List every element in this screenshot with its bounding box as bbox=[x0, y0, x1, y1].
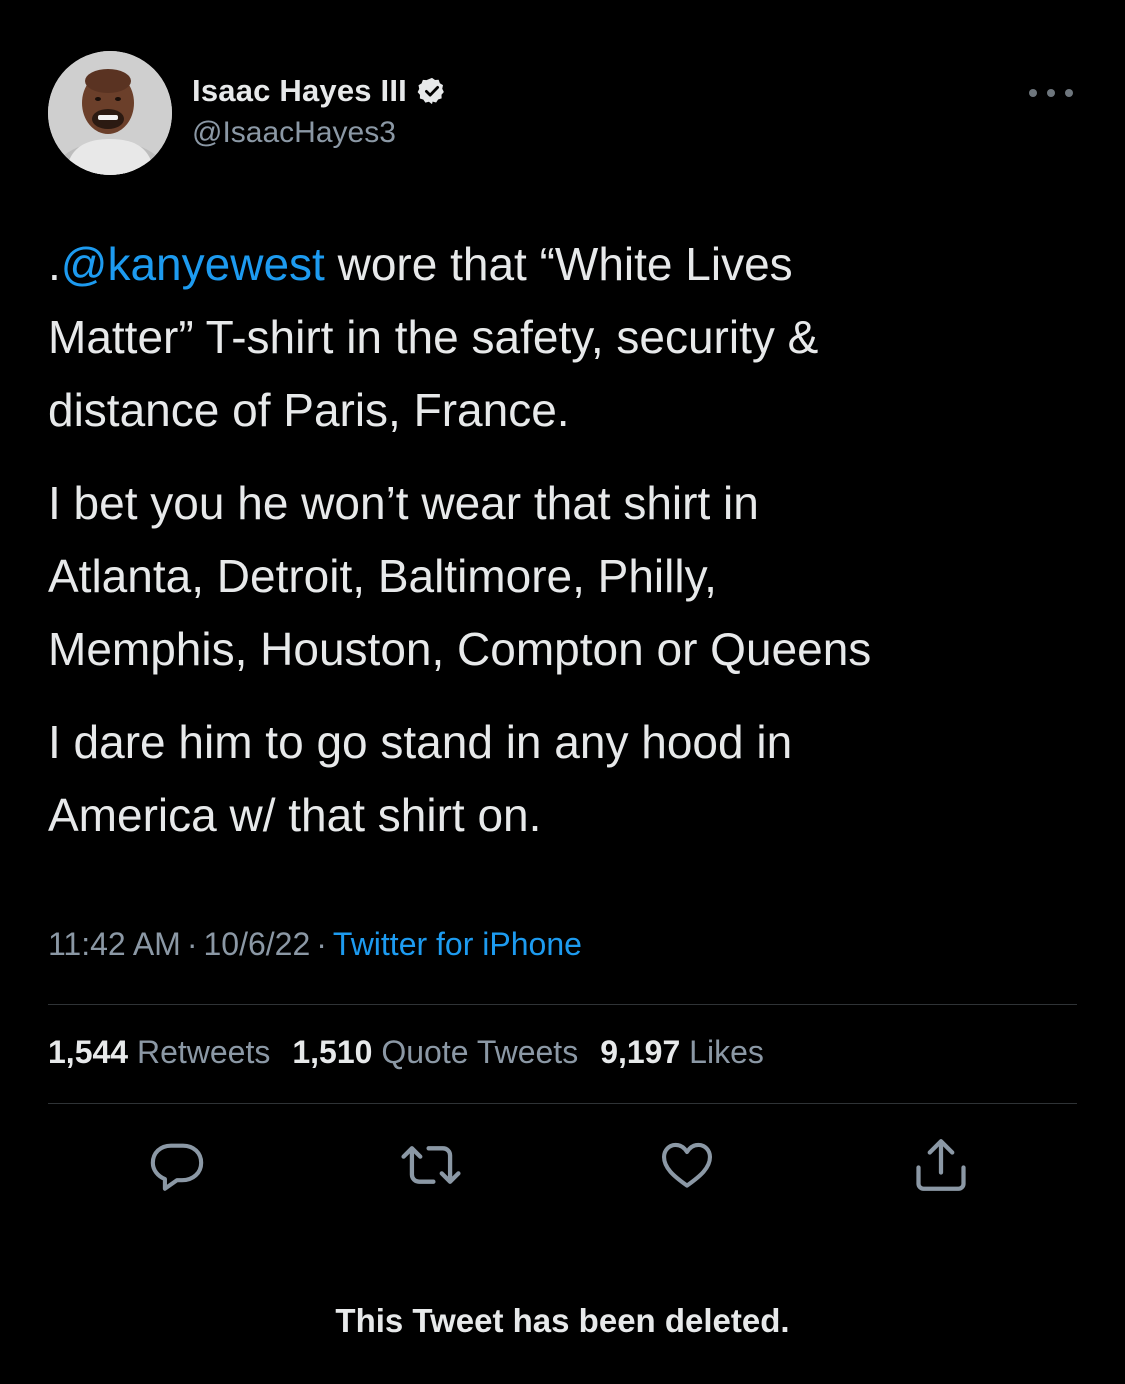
tweet-text: .@kanyewest wore that “White Lives Matte… bbox=[48, 228, 1078, 872]
separator: · bbox=[316, 926, 327, 962]
text-segment: distance of Paris, France. bbox=[48, 384, 570, 436]
separator: · bbox=[186, 926, 198, 962]
divider bbox=[48, 1004, 1077, 1005]
avatar[interactable] bbox=[48, 51, 172, 175]
text-segment: Matter” T-shirt in the safety, security … bbox=[48, 311, 819, 363]
author-block[interactable]: Isaac Hayes III @IsaacHayes3 bbox=[192, 70, 447, 150]
text-prefix: . bbox=[48, 238, 61, 290]
retweet-icon[interactable] bbox=[396, 1130, 466, 1200]
quote-tweets-stat[interactable]: 1,510 Quote Tweets bbox=[292, 1034, 578, 1070]
retweets-count: 1,544 bbox=[48, 1034, 129, 1070]
divider bbox=[48, 1103, 1077, 1104]
tweet-meta: 11:42 AM · 10/6/22 · Twitter for iPhone bbox=[48, 926, 582, 963]
text-segment: Atlanta, Detroit, Baltimore, Philly, bbox=[48, 550, 717, 602]
likes-stat[interactable]: 9,197 Likes bbox=[600, 1034, 764, 1070]
action-bar bbox=[0, 1130, 1125, 1200]
tweet-paragraph-3: I dare him to go stand in any hood in Am… bbox=[48, 706, 1078, 852]
text-segment: America w/ that shirt on. bbox=[48, 789, 542, 841]
more-dot bbox=[1029, 89, 1037, 97]
tweet-paragraph-2: I bet you he won’t wear that shirt in At… bbox=[48, 467, 1078, 686]
likes-label: Likes bbox=[689, 1034, 764, 1070]
text-segment: wore that “White Lives bbox=[324, 238, 793, 290]
text-segment: I bet you he won’t wear that shirt in bbox=[48, 477, 759, 529]
tweet-detail: Isaac Hayes III @IsaacHayes3 .@kanyewest… bbox=[0, 0, 1125, 1384]
deleted-notice: This Tweet has been deleted. bbox=[335, 1302, 790, 1339]
quotes-count: 1,510 bbox=[292, 1034, 373, 1070]
more-options-icon[interactable] bbox=[1029, 80, 1073, 106]
display-name[interactable]: Isaac Hayes III bbox=[192, 73, 407, 109]
share-icon[interactable] bbox=[906, 1130, 976, 1200]
verified-badge-icon bbox=[417, 76, 447, 106]
retweets-stat[interactable]: 1,544 Retweets bbox=[48, 1034, 270, 1070]
text-segment: I dare him to go stand in any hood in bbox=[48, 716, 793, 768]
tweet-source-link[interactable]: Twitter for iPhone bbox=[333, 926, 582, 962]
like-icon[interactable] bbox=[652, 1130, 722, 1200]
profile-photo bbox=[48, 51, 172, 175]
tweet-time[interactable]: 11:42 AM bbox=[48, 926, 181, 962]
handle[interactable]: @IsaacHayes3 bbox=[192, 116, 447, 150]
more-dot bbox=[1065, 89, 1073, 97]
tweet-stats: 1,544 Retweets 1,510 Quote Tweets 9,197 Li… bbox=[48, 1034, 786, 1071]
text-segment: Memphis, Houston, Compton or Queens bbox=[48, 623, 872, 675]
tweet-date[interactable]: 10/6/22 bbox=[203, 926, 310, 962]
display-name-row: Isaac Hayes III bbox=[192, 70, 447, 112]
quotes-label: Quote Tweets bbox=[381, 1034, 579, 1070]
reply-icon[interactable] bbox=[142, 1130, 212, 1200]
likes-count: 9,197 bbox=[600, 1034, 681, 1070]
retweets-label: Retweets bbox=[136, 1034, 271, 1070]
mention-link[interactable]: @kanyewest bbox=[61, 238, 325, 290]
tweet-paragraph-1: .@kanyewest wore that “White Lives Matte… bbox=[48, 228, 1078, 447]
more-dot bbox=[1047, 89, 1055, 97]
